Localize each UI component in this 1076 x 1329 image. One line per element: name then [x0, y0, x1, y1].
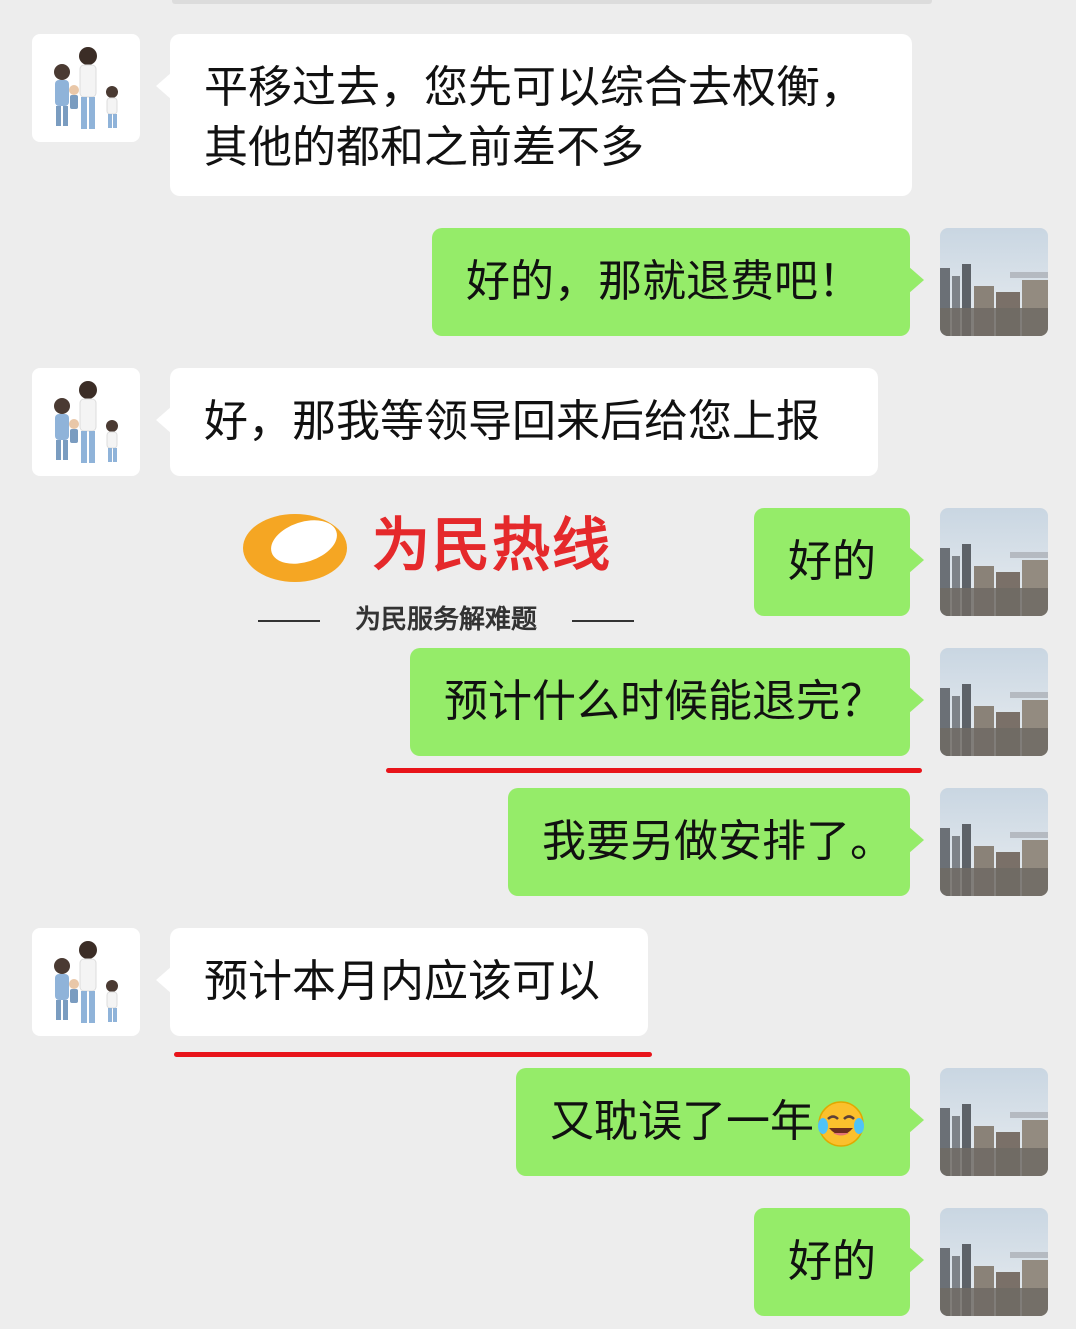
message-text: 预计本月内应该可以 — [204, 956, 600, 1007]
message-text: 其他的都和之前差不多 — [204, 122, 644, 173]
watermark-dash-right — [572, 620, 634, 622]
outgoing-message-bubble[interactable]: 又耽误了一年 — [516, 1068, 924, 1176]
city-skyline-avatar-icon — [940, 228, 1048, 336]
contact-avatar[interactable] — [32, 368, 140, 476]
incoming-message-bubble[interactable]: 预计本月内应该可以 — [156, 928, 648, 1036]
my-avatar[interactable] — [940, 788, 1048, 896]
city-skyline-avatar-icon — [940, 648, 1048, 756]
crying-laughing-emoji-icon — [816, 1099, 866, 1149]
city-skyline-avatar-icon — [940, 1068, 1048, 1176]
my-avatar[interactable] — [940, 1068, 1048, 1176]
highlight-underline — [386, 768, 922, 773]
message-text: 我要另做安排了。 — [542, 816, 894, 867]
message-text: 平移过去，您先可以综合去权衡， — [204, 62, 864, 113]
my-avatar[interactable] — [940, 648, 1048, 756]
message-text: 好的 — [788, 1236, 876, 1287]
city-skyline-avatar-icon — [940, 1208, 1048, 1316]
highlight-underline — [174, 1052, 652, 1057]
message-text: 好，那我等领导回来后给您上报 — [204, 396, 820, 447]
outgoing-message-bubble[interactable]: 好的 — [754, 1208, 924, 1316]
city-skyline-avatar-icon — [940, 508, 1048, 616]
family-avatar-icon — [32, 928, 140, 1036]
contact-avatar[interactable] — [32, 34, 140, 142]
message-text: 好的，那就退费吧！ — [466, 256, 862, 307]
my-avatar[interactable] — [940, 508, 1048, 616]
previous-message-edge — [172, 0, 932, 4]
watermark-subtitle: 为民服务解难题 — [354, 605, 537, 635]
outgoing-message-bubble[interactable]: 好的，那就退费吧！ — [432, 228, 924, 336]
contact-avatar[interactable] — [32, 928, 140, 1036]
incoming-message-bubble[interactable]: 好，那我等领导回来后给您上报 — [156, 368, 878, 476]
my-avatar[interactable] — [940, 228, 1048, 336]
outgoing-message-bubble[interactable]: 好的 — [754, 508, 924, 616]
message-text: 预计什么时候能退完？ — [444, 676, 884, 727]
watermark-subtitle-row: 为民服务解难题 — [258, 600, 634, 640]
watermark-logo-icon — [240, 508, 350, 588]
outgoing-message-bubble[interactable]: 我要另做安排了。 — [508, 788, 924, 896]
outgoing-message-bubble[interactable]: 预计什么时候能退完？ — [410, 648, 924, 756]
family-avatar-icon — [32, 34, 140, 142]
family-avatar-icon — [32, 368, 140, 476]
watermark-dash-left — [258, 620, 320, 622]
message-text: 好的 — [788, 536, 876, 587]
my-avatar[interactable] — [940, 1208, 1048, 1316]
watermark-title: 为民热线 — [372, 511, 613, 579]
city-skyline-avatar-icon — [940, 788, 1048, 896]
incoming-message-bubble[interactable]: 平移过去，您先可以综合去权衡， 其他的都和之前差不多 — [156, 34, 912, 196]
message-text: 又耽误了一年 — [550, 1096, 814, 1147]
